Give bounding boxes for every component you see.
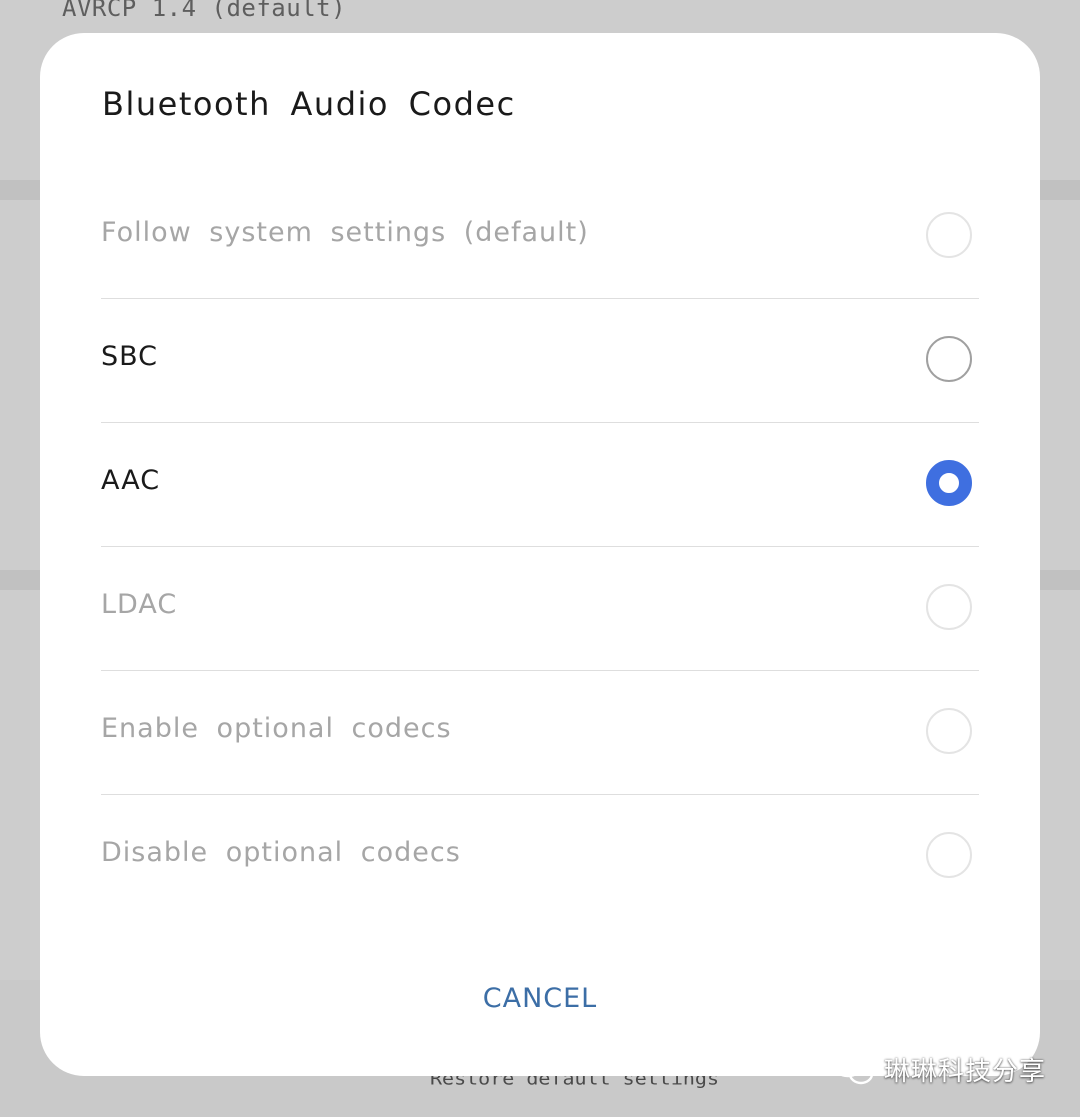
option-aac[interactable]: AAC: [101, 423, 979, 547]
option-disable-optional-codecs: Disable optional codecs: [101, 795, 979, 918]
background-avrcp-version: AVRCP 1.4 (default): [62, 0, 347, 22]
option-sbc[interactable]: SBC: [101, 299, 979, 423]
radio-button[interactable]: [926, 336, 972, 382]
option-label: AAC: [101, 465, 161, 496]
radio-button-selected[interactable]: [926, 460, 972, 506]
option-follow-system: Follow system settings (default): [101, 175, 979, 299]
radio-button: [926, 584, 972, 630]
option-label: Follow system settings (default): [101, 217, 589, 248]
radio-button: [926, 212, 972, 258]
option-ldac: LDAC: [101, 547, 979, 671]
bluetooth-codec-dialog: Bluetooth Audio Codec Follow system sett…: [40, 33, 1040, 1076]
option-label: SBC: [101, 341, 159, 372]
option-label: Disable optional codecs: [101, 837, 461, 868]
watermark-text: 琳琳科技分享: [884, 1056, 1047, 1087]
watermark: 琳琳科技分享: [832, 1049, 1046, 1089]
option-enable-optional-codecs: Enable optional codecs: [101, 671, 979, 795]
cancel-button[interactable]: CANCEL: [40, 983, 1040, 1014]
radio-button: [926, 708, 972, 754]
radio-button: [926, 832, 972, 878]
dialog-title: Bluetooth Audio Codec: [102, 85, 516, 123]
option-label: Enable optional codecs: [101, 713, 452, 744]
wechat-icon: [832, 1051, 876, 1087]
codec-option-list: Follow system settings (default) SBC AAC…: [101, 175, 979, 918]
option-label: LDAC: [101, 589, 178, 620]
